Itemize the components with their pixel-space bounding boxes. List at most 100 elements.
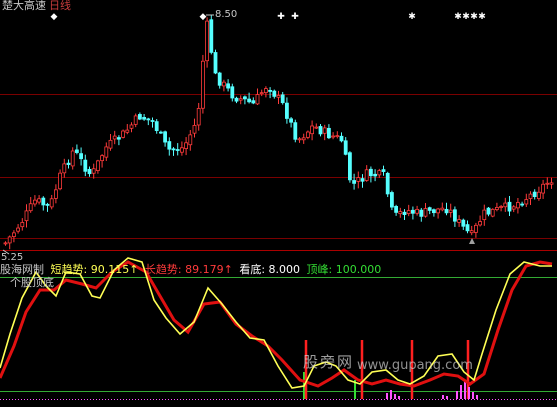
candle-body <box>318 126 323 135</box>
candle-body <box>549 182 554 185</box>
candle-body <box>528 193 533 199</box>
candle-body <box>494 207 499 210</box>
candle-body <box>213 52 218 74</box>
watermark-url: www.gupang.com <box>357 358 473 373</box>
candle-body <box>537 191 541 199</box>
candle-body <box>423 208 428 217</box>
candle-body <box>100 155 104 162</box>
candle-body <box>142 117 147 120</box>
candle-body <box>415 208 420 214</box>
candle-body <box>499 206 504 208</box>
candle-body <box>322 127 327 134</box>
candle-body <box>402 211 407 215</box>
candle-body <box>478 221 483 226</box>
candle-body <box>343 140 348 155</box>
candle-body <box>184 142 189 149</box>
candle-body <box>364 169 369 181</box>
candle-body <box>196 108 201 126</box>
marker-glyph: ✱ <box>462 12 470 22</box>
candle-body <box>314 126 319 129</box>
candle-body <box>54 189 58 199</box>
high-price-label: 8.50 <box>215 9 238 20</box>
indicator-name: 股海网制 <box>0 263 44 276</box>
candle-body <box>507 201 512 212</box>
candle-body <box>87 169 92 175</box>
candle-body <box>448 209 453 213</box>
candle-body <box>209 19 214 53</box>
candle-body <box>108 139 113 149</box>
marker-glyph: ✱ <box>470 12 478 22</box>
candle-body <box>532 191 537 197</box>
candle-body <box>284 102 289 119</box>
marker-glyph: ✚ <box>277 12 285 22</box>
candle-body <box>473 224 478 233</box>
candle-body <box>326 127 331 139</box>
candle-body <box>66 162 71 165</box>
candle-body <box>310 125 315 135</box>
marker-glyph: ✱ <box>478 12 486 22</box>
candle-body <box>154 121 159 131</box>
indicator-header: 股海网制 短趋势: 90.115↑ 长趋势: 89.179↑ 看底: 8.000… <box>0 264 384 276</box>
candle-body <box>259 92 264 95</box>
candle-body <box>28 203 33 212</box>
stock-name: 楚大高速 <box>2 0 46 12</box>
candle-body <box>33 199 37 205</box>
candle-body <box>385 172 390 195</box>
candle-body <box>289 118 294 123</box>
candle-body <box>41 197 46 206</box>
candle-body <box>188 134 193 146</box>
candle-body <box>457 219 462 223</box>
candle-body <box>331 135 336 138</box>
candle-body <box>511 206 516 210</box>
candle-body <box>352 180 357 184</box>
candle-body <box>179 147 184 153</box>
candle-body <box>436 208 441 214</box>
candle-body <box>112 135 117 140</box>
candle-body <box>3 242 8 245</box>
candle-body <box>226 83 231 89</box>
candle-body <box>335 135 340 138</box>
candle-body <box>242 96 247 100</box>
signal-markers: ◆ ◆ ✚ ✚ ✱ ✱ ✱ ✱ ✱ <box>51 12 486 22</box>
marker-glyph: ◆ <box>200 12 207 22</box>
candle-body <box>268 90 273 92</box>
candle-body <box>406 210 411 214</box>
marker-glyph: ✚ <box>291 12 299 22</box>
candle-body <box>133 115 138 125</box>
chart-canvas[interactable]: ◆ ◆ ✚ ✚ ✱ ✱ ✱ ✱ ✱ <box>0 0 557 407</box>
candle-body <box>205 20 210 62</box>
candle-body <box>171 148 176 151</box>
candle-body <box>347 152 352 181</box>
candle-body <box>150 120 155 122</box>
candle-body <box>469 230 474 234</box>
candle-body <box>255 94 260 105</box>
histogram-bar <box>386 393 388 399</box>
candle-body <box>125 129 130 133</box>
candle-body <box>465 224 470 232</box>
candle-body <box>234 97 239 102</box>
candle-body <box>431 209 436 214</box>
candle-body <box>541 183 545 194</box>
candle-body <box>79 153 83 160</box>
candle-body <box>373 173 378 177</box>
histogram-bar <box>472 392 474 399</box>
marker-glyph: ◆ <box>51 12 58 22</box>
candle-body <box>301 137 306 141</box>
candle-body <box>70 150 75 167</box>
candle-body <box>305 131 310 138</box>
candle-body <box>360 178 365 182</box>
long-trend-value: 长趋势: 89.179↑ <box>144 263 233 276</box>
candle-body <box>293 122 298 140</box>
period-label: 日线 <box>49 0 71 12</box>
candle-body <box>137 114 142 120</box>
candle-body <box>37 198 41 203</box>
histogram-bar <box>394 394 396 399</box>
candle-body <box>486 207 491 215</box>
watermark-text: 股旁网 <box>303 353 355 371</box>
candle-body <box>230 86 235 99</box>
candle-body <box>221 81 226 87</box>
histogram-bar <box>446 396 448 399</box>
candle-body <box>20 222 25 228</box>
candle-body <box>381 169 386 172</box>
candle-body <box>129 124 134 129</box>
